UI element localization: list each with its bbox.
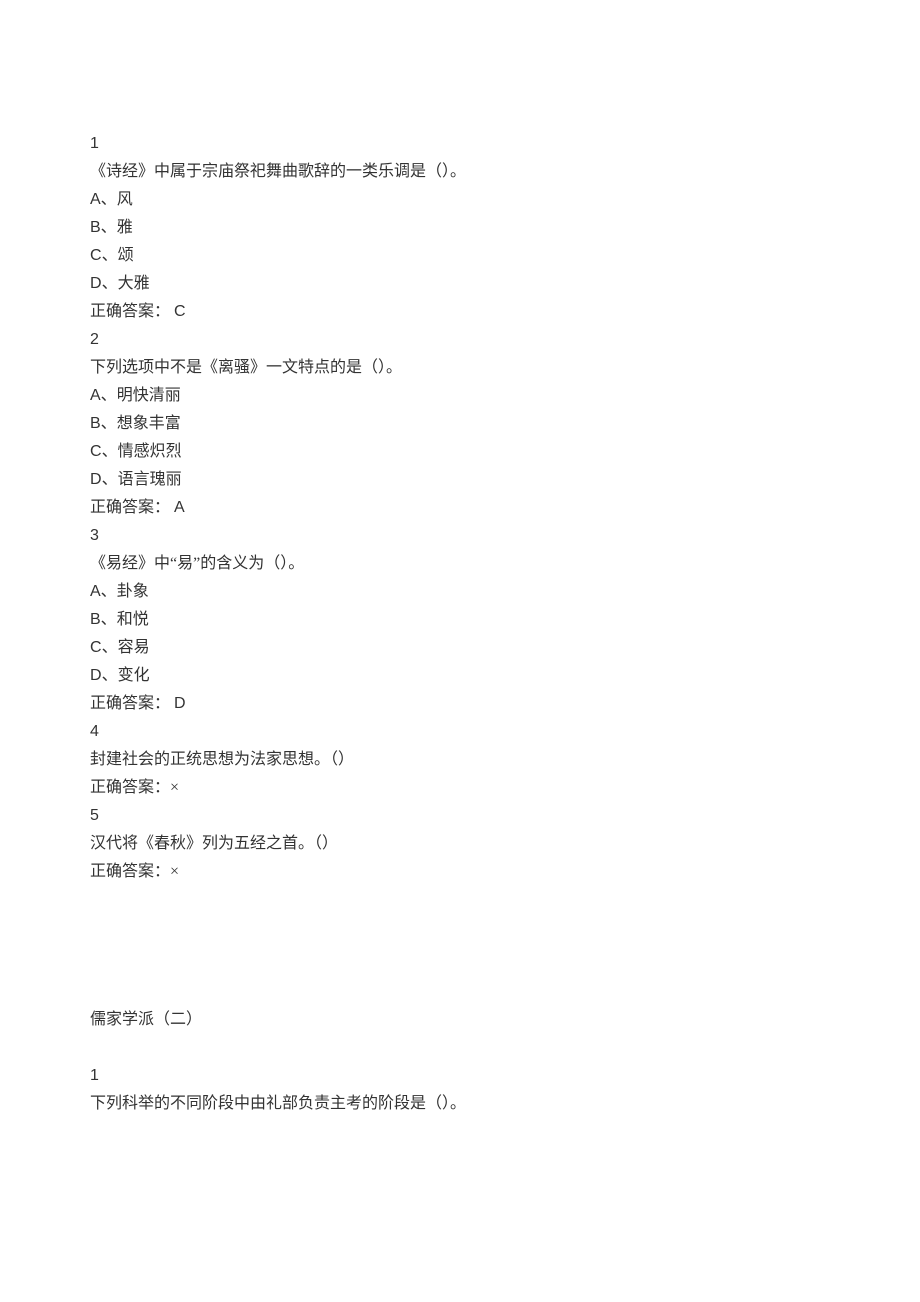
option-sep: 、 <box>101 611 117 628</box>
question-number: 3 <box>90 522 830 550</box>
option-letter: B <box>90 415 101 432</box>
question-option: C、颂 <box>90 242 830 270</box>
question-stem: 《诗经》中属于宗庙祭祀舞曲歌辞的一类乐调是（）。 <box>90 158 830 186</box>
question-number: 2 <box>90 326 830 354</box>
option-text: 容易 <box>118 639 150 656</box>
question-number: 5 <box>90 802 830 830</box>
question-option: C、情感炽烈 <box>90 438 830 466</box>
question-stem: 下列科举的不同阶段中由礼部负责主考的阶段是（）。 <box>90 1090 830 1118</box>
answer-label: 正确答案： <box>90 695 170 712</box>
option-text: 大雅 <box>118 275 150 292</box>
question-option: D、语言瑰丽 <box>90 466 830 494</box>
section-gap <box>90 886 830 1006</box>
answer-label: 正确答案： <box>90 779 170 796</box>
option-sep: 、 <box>102 247 118 264</box>
answer-label: 正确答案： <box>90 499 170 516</box>
option-text: 和悦 <box>117 611 149 628</box>
option-letter: D <box>90 275 102 292</box>
answer-line: 正确答案： C <box>90 298 830 326</box>
question-number: 1 <box>90 130 830 158</box>
blank-line <box>90 1034 830 1062</box>
answer-line: 正确答案：× <box>90 774 830 802</box>
option-sep: 、 <box>101 219 117 236</box>
option-letter: A <box>90 191 101 208</box>
option-text: 明快清丽 <box>117 387 181 404</box>
question-number: 4 <box>90 718 830 746</box>
answer-value: × <box>170 779 179 796</box>
option-letter: B <box>90 219 101 236</box>
section-heading: 儒家学派（二） <box>90 1006 830 1034</box>
question-stem: 下列选项中不是《离骚》一文特点的是（）。 <box>90 354 830 382</box>
option-text: 颂 <box>118 247 134 264</box>
option-sep: 、 <box>102 639 118 656</box>
option-letter: A <box>90 583 101 600</box>
answer-line: 正确答案： A <box>90 494 830 522</box>
option-text: 变化 <box>118 667 150 684</box>
question-stem: 《易经》中“易”的含义为（）。 <box>90 550 830 578</box>
option-sep: 、 <box>101 415 117 432</box>
question-option: B、雅 <box>90 214 830 242</box>
option-letter: A <box>90 387 101 404</box>
question-option: A、风 <box>90 186 830 214</box>
answer-value: C <box>174 303 186 320</box>
question-number: 1 <box>90 1062 830 1090</box>
question-option: D、变化 <box>90 662 830 690</box>
option-letter: D <box>90 471 102 488</box>
option-text: 想象丰富 <box>117 415 181 432</box>
option-letter: C <box>90 639 102 656</box>
option-letter: D <box>90 667 102 684</box>
option-sep: 、 <box>102 667 118 684</box>
answer-value: D <box>174 695 186 712</box>
answer-line: 正确答案： D <box>90 690 830 718</box>
option-sep: 、 <box>101 387 117 404</box>
answer-label: 正确答案： <box>90 863 170 880</box>
question-option: B、和悦 <box>90 606 830 634</box>
document-page: 1 《诗经》中属于宗庙祭祀舞曲歌辞的一类乐调是（）。 A、风 B、雅 C、颂 D… <box>0 0 920 1208</box>
answer-label: 正确答案： <box>90 303 170 320</box>
option-letter: C <box>90 443 102 460</box>
answer-value: A <box>174 499 185 516</box>
option-sep: 、 <box>102 443 118 460</box>
question-option: A、卦象 <box>90 578 830 606</box>
option-text: 语言瑰丽 <box>118 471 182 488</box>
option-letter: B <box>90 611 101 628</box>
question-stem: 汉代将《春秋》列为五经之首。（） <box>90 830 830 858</box>
option-text: 卦象 <box>117 583 149 600</box>
option-sep: 、 <box>102 471 118 488</box>
question-option: B、想象丰富 <box>90 410 830 438</box>
option-sep: 、 <box>102 275 118 292</box>
question-option: D、大雅 <box>90 270 830 298</box>
option-sep: 、 <box>101 583 117 600</box>
option-text: 雅 <box>117 219 133 236</box>
option-sep: 、 <box>101 191 117 208</box>
question-option: C、容易 <box>90 634 830 662</box>
option-text: 情感炽烈 <box>118 443 182 460</box>
question-option: A、明快清丽 <box>90 382 830 410</box>
option-letter: C <box>90 247 102 264</box>
answer-value: × <box>170 863 179 880</box>
answer-line: 正确答案：× <box>90 858 830 886</box>
option-text: 风 <box>117 191 133 208</box>
question-stem: 封建社会的正统思想为法家思想。（） <box>90 746 830 774</box>
